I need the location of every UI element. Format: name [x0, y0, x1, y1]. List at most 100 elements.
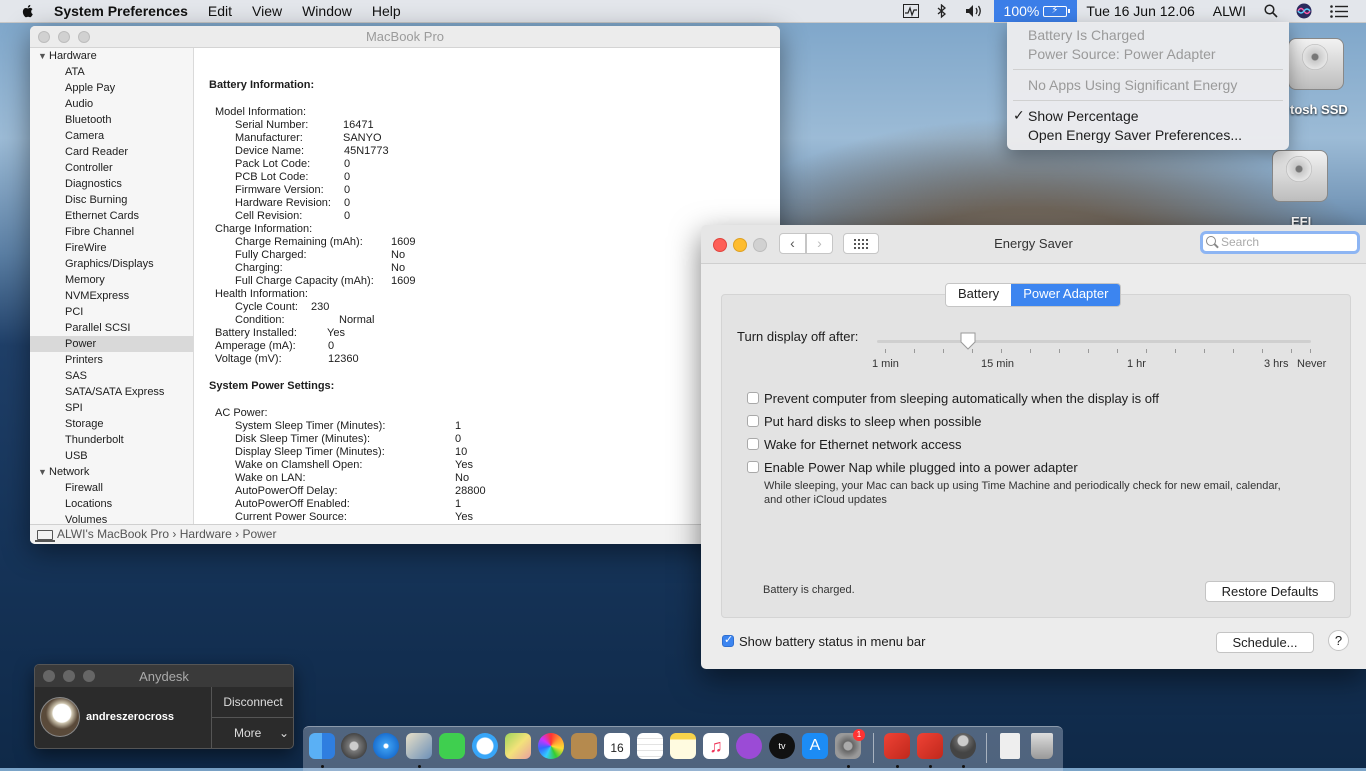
sidebar-item[interactable]: Apple Pay: [30, 80, 193, 96]
show-percentage-menu-item[interactable]: Show Percentage: [1028, 108, 1139, 124]
sidebar-item[interactable]: Volumes: [30, 512, 193, 524]
sidebar-item[interactable]: Card Reader: [30, 144, 193, 160]
sidebar-item[interactable]: Storage: [30, 416, 193, 432]
menu-window[interactable]: Window: [302, 3, 352, 19]
photos-icon[interactable]: [538, 733, 564, 759]
sidebar-item[interactable]: SATA/SATA Express: [30, 384, 193, 400]
sidebar-group[interactable]: ▼ Hardware: [30, 48, 193, 64]
menu-edit[interactable]: Edit: [208, 3, 232, 19]
disk-icon[interactable]: [1272, 146, 1328, 204]
calendar-icon[interactable]: 16: [604, 733, 630, 759]
app-store-icon[interactable]: A: [802, 733, 828, 759]
music-icon[interactable]: ♫: [703, 733, 729, 759]
window-titlebar[interactable]: Anydesk: [35, 665, 293, 687]
preview-icon[interactable]: [406, 733, 432, 759]
schedule-button[interactable]: Schedule...: [1216, 632, 1314, 653]
anydesk-icon[interactable]: [917, 733, 943, 759]
menu-help[interactable]: Help: [372, 3, 401, 19]
wake-ethernet-checkbox[interactable]: [747, 438, 759, 450]
menu-clock[interactable]: Tue 16 Jun 12.06: [1086, 3, 1194, 19]
sidebar-item[interactable]: Controller: [30, 160, 193, 176]
tab-power-adapter[interactable]: Power Adapter: [1011, 284, 1121, 306]
sidebar-item[interactable]: Firewall: [30, 480, 193, 496]
sidebar-item[interactable]: SAS: [30, 368, 193, 384]
menu-user[interactable]: ALWI: [1213, 3, 1246, 19]
sidebar-item[interactable]: Graphics/Displays: [30, 256, 193, 272]
power-nap-label[interactable]: Enable Power Nap while plugged into a po…: [764, 460, 1078, 475]
open-energy-saver-menu-item[interactable]: Open Energy Saver Preferences...: [1028, 127, 1242, 143]
sidebar-item[interactable]: Camera: [30, 128, 193, 144]
sidebar-item[interactable]: Bluetooth: [30, 112, 193, 128]
wake-ethernet-label[interactable]: Wake for Ethernet network access: [764, 437, 962, 452]
sidebar-item[interactable]: Fibre Channel: [30, 224, 193, 240]
sidebar-item[interactable]: PCI: [30, 304, 193, 320]
sidebar-item[interactable]: Printers: [30, 352, 193, 368]
restore-defaults-button[interactable]: Restore Defaults: [1205, 581, 1335, 602]
display-sleep-slider[interactable]: [877, 340, 1311, 343]
sidebar-item[interactable]: Audio: [30, 96, 193, 112]
sidebar-item[interactable]: Thunderbolt: [30, 432, 193, 448]
sidebar-item[interactable]: FireWire: [30, 240, 193, 256]
property-value: 1609: [391, 236, 416, 248]
podcasts-icon[interactable]: [736, 733, 762, 759]
sidebar-item[interactable]: Disc Burning: [30, 192, 193, 208]
sidebar-item[interactable]: Parallel SCSI: [30, 320, 193, 336]
document-icon[interactable]: [1000, 733, 1020, 759]
system-preferences-icon[interactable]: 1: [835, 729, 865, 759]
help-button[interactable]: ?: [1328, 630, 1349, 651]
contacts-icon[interactable]: [571, 733, 597, 759]
activity-monitor-icon[interactable]: [902, 4, 919, 18]
sidebar-group[interactable]: ▼ Network: [30, 464, 193, 480]
facetime-icon[interactable]: [439, 733, 465, 759]
tab-battery[interactable]: Battery: [946, 284, 1012, 306]
apple-tv-icon[interactable]: tv: [769, 733, 795, 759]
prevent-sleep-checkbox[interactable]: [747, 392, 759, 404]
sidebar-item[interactable]: Memory: [30, 272, 193, 288]
disclosure-triangle-icon[interactable]: ▼: [38, 464, 47, 480]
power-source-text: Power Source: Power Adapter: [1028, 46, 1216, 62]
power-nap-checkbox[interactable]: [747, 461, 759, 473]
menu-view[interactable]: View: [252, 3, 282, 19]
sidebar-item[interactable]: Power: [30, 336, 193, 352]
anydesk-icon[interactable]: [884, 733, 910, 759]
launchpad-icon[interactable]: [341, 733, 367, 759]
maps-icon[interactable]: [505, 733, 531, 759]
bluetooth-icon[interactable]: [937, 3, 947, 19]
disk-label[interactable]: tosh SSD: [1290, 102, 1348, 117]
sidebar-item[interactable]: Diagnostics: [30, 176, 193, 192]
battery-status-menu[interactable]: 100% ⚡: [993, 0, 1078, 22]
disk-sleep-checkbox[interactable]: [747, 415, 759, 427]
notes-icon[interactable]: [670, 733, 696, 759]
volume-icon[interactable]: [965, 4, 985, 18]
window-titlebar[interactable]: MacBook Pro: [30, 26, 780, 48]
sidebar-item[interactable]: ATA: [30, 64, 193, 80]
finder-icon[interactable]: [309, 733, 335, 759]
disk-sleep-label[interactable]: Put hard disks to sleep when possible: [764, 414, 982, 429]
menu-app-name[interactable]: System Preferences: [54, 3, 188, 19]
reminders-icon[interactable]: [637, 733, 663, 759]
sidebar-item[interactable]: Locations: [30, 496, 193, 512]
trash-icon[interactable]: [1031, 733, 1053, 759]
sidebar-item[interactable]: NVMExpress: [30, 288, 193, 304]
window-titlebar[interactable]: ‹ › Energy Saver Search: [701, 225, 1366, 264]
sidebar-item[interactable]: SPI: [30, 400, 193, 416]
notification-center-icon[interactable]: [1330, 4, 1348, 18]
disk-utility-icon[interactable]: [950, 733, 976, 759]
disk-icon[interactable]: [1288, 34, 1344, 92]
show-battery-status-label[interactable]: Show battery status in menu bar: [739, 634, 925, 649]
show-battery-status-checkbox[interactable]: [722, 633, 734, 647]
sidebar-item[interactable]: Ethernet Cards: [30, 208, 193, 224]
sidebar-item[interactable]: USB: [30, 448, 193, 464]
spotlight-search-icon[interactable]: [1264, 4, 1278, 18]
slider-thumb[interactable]: [959, 332, 977, 350]
disconnect-button[interactable]: Disconnect: [211, 687, 293, 718]
sidebar-tree: ▼ Hardware ATA Apple Pay Audio Bluetooth Camer…: [30, 48, 194, 524]
apple-icon[interactable]: [20, 3, 36, 19]
messages-icon[interactable]: [472, 733, 498, 759]
disclosure-triangle-icon[interactable]: ▼: [38, 48, 47, 64]
search-field[interactable]: Search: [1200, 231, 1360, 254]
siri-icon[interactable]: [1296, 3, 1312, 19]
more-button[interactable]: More ⌄: [211, 718, 293, 748]
prevent-sleep-label[interactable]: Prevent computer from sleeping automatic…: [764, 391, 1159, 406]
safari-icon[interactable]: [373, 733, 399, 759]
